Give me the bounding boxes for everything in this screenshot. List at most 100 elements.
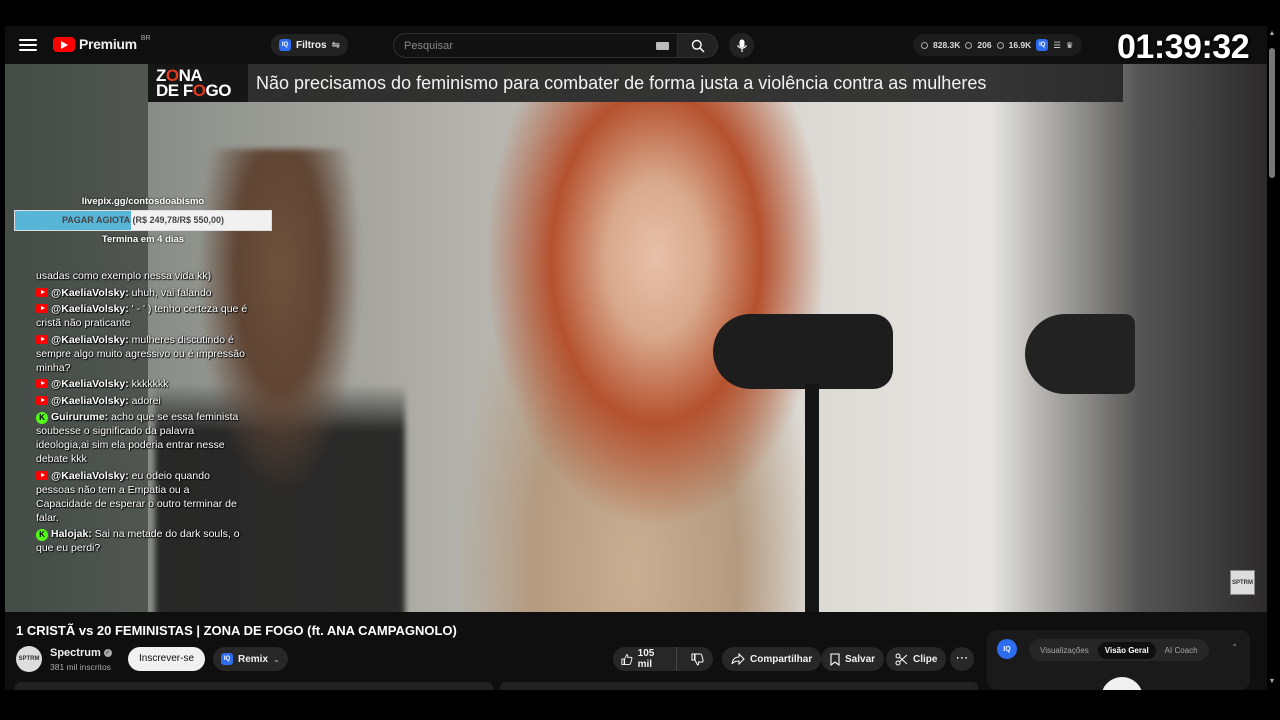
- kick-icon: K: [36, 529, 48, 541]
- trophy-icon[interactable]: ♛: [1066, 40, 1074, 51]
- bookmark-icon: [830, 652, 840, 666]
- chat-message: @KaeliaVolsky: ' - ' ) tenho certeza que…: [36, 302, 248, 330]
- voice-search-button[interactable]: [729, 33, 754, 58]
- like-dislike-group: 105 mil: [613, 647, 713, 671]
- scroll-down-icon[interactable]: ▼: [1268, 678, 1276, 685]
- donation-goal: livepix.gg/contosdoabismo PAGAR AGIOTA (…: [14, 194, 272, 248]
- dislike-button[interactable]: [682, 653, 713, 666]
- microphone: [713, 314, 893, 389]
- chat-author: @KaeliaVolsky:: [51, 469, 129, 482]
- chat-message: @KaeliaVolsky: uhuh, vai falando: [36, 286, 248, 300]
- iq-icon: IQ: [279, 39, 291, 51]
- panel-tab[interactable]: AI Coach: [1158, 642, 1205, 659]
- chat-message: K Halojak: Sai na metade do dark souls, o…: [36, 527, 248, 555]
- scissors-icon: [895, 653, 908, 665]
- search-button[interactable]: [678, 33, 718, 58]
- chat-author: @KaeliaVolsky:: [51, 333, 129, 346]
- like-button[interactable]: 105 mil: [613, 647, 677, 671]
- youtube-page: Premium BR IQ Filtros ⇋ Pesquisar 828.3K: [5, 26, 1267, 690]
- panel-tabs: Visualizações Visão Geral AI Coach: [1029, 639, 1209, 661]
- filters-label: Filtros: [296, 39, 327, 51]
- scrollbar-thumb[interactable]: [1269, 48, 1275, 178]
- chat-author: @KaeliaVolsky:: [51, 286, 129, 299]
- next-row-card: [500, 682, 978, 690]
- chat-text: adorei: [128, 394, 161, 407]
- youtube-icon: [36, 334, 48, 344]
- channel-stats-widget[interactable]: 828.3K 206 16.9K IQ ☰ ♛: [913, 34, 1082, 56]
- panel-avatar: [1101, 677, 1143, 690]
- iq-analytics-panel: IQ Visualizações Visão Geral AI Coach ⌃: [987, 630, 1250, 690]
- logo-text: Premium: [79, 36, 137, 52]
- youtube-logo-icon: [53, 36, 75, 52]
- panel-tab[interactable]: Visão Geral: [1097, 641, 1156, 659]
- stat-views: 828.3K: [933, 40, 961, 50]
- zona-de-fogo-logo: ZONA DE FOGO: [148, 64, 248, 102]
- viewers-icon: [965, 41, 973, 49]
- save-label: Salvar: [845, 653, 876, 665]
- subscriber-count: 381 mil inscritos: [50, 662, 111, 672]
- banner-text: Não precisamos do feminismo para combate…: [256, 72, 987, 93]
- chat-author: Halojak:: [51, 528, 92, 540]
- channel-name-link[interactable]: Spectrum ✓: [50, 647, 112, 659]
- video-title: 1 CRISTÃ vs 20 FEMINISTAS | ZONA DE FOGO…: [16, 623, 457, 638]
- save-button[interactable]: Salvar: [821, 647, 885, 671]
- youtube-icon: [36, 287, 48, 297]
- chat-message: @KaeliaVolsky: mulheres discutindo é sem…: [36, 333, 248, 375]
- keyboard-icon[interactable]: [656, 42, 669, 50]
- more-actions-icon[interactable]: ⋯: [950, 647, 974, 671]
- chat-author: @KaeliaVolsky:: [51, 394, 129, 407]
- channel-watermark[interactable]: SPTRM: [1230, 570, 1255, 595]
- chevron-up-icon[interactable]: ⌃: [1231, 643, 1238, 652]
- share-label: Compartilhar: [750, 653, 813, 665]
- masthead: Premium BR IQ Filtros ⇋ Pesquisar 828.3K: [5, 26, 1267, 66]
- scroll-up-icon[interactable]: ▲: [1268, 30, 1276, 37]
- chat-message: usadas como exemplo nessa vida kk): [36, 269, 248, 283]
- share-icon: [731, 653, 745, 665]
- chat-message: @KaeliaVolsky: eu odeio quando pessoas n…: [36, 469, 248, 525]
- youtube-icon: [36, 470, 48, 480]
- chat-text: usadas como exemplo nessa vida kk): [36, 270, 212, 282]
- menu-icon[interactable]: [19, 37, 37, 53]
- share-button[interactable]: Compartilhar: [722, 647, 822, 671]
- clip-button[interactable]: Clipe: [886, 647, 947, 671]
- top-letterbox: [0, 0, 1280, 26]
- iq-icon[interactable]: IQ: [1036, 39, 1049, 51]
- thumbs-down-icon: [691, 653, 704, 666]
- thumbs-up-icon: [621, 653, 633, 665]
- remix-button[interactable]: IQ Remix ⌄: [213, 647, 288, 671]
- next-row-card: [15, 682, 493, 690]
- youtube-premium-logo[interactable]: Premium BR: [53, 34, 151, 52]
- filters-button[interactable]: IQ Filtros ⇋: [271, 34, 348, 56]
- donation-ends: Termina em 4 dias: [101, 234, 185, 245]
- youtube-icon: [36, 379, 48, 388]
- show-banner: ZONA DE FOGO Não precisamos do feminismo…: [148, 64, 1123, 102]
- donation-progress-bar: PAGAR AGIOTA (R$ 249,78/R$ 550,00): [14, 210, 272, 231]
- verified-icon: ✓: [103, 649, 112, 657]
- clip-label: Clipe: [913, 653, 938, 665]
- chat-text: kkkkkkk: [128, 378, 169, 390]
- chat-message: K Guirurume: acho que se essa feminista s…: [36, 410, 248, 466]
- stat-viewers: 206: [977, 40, 992, 50]
- channel-avatar[interactable]: SPTRM: [16, 646, 42, 672]
- search-input[interactable]: Pesquisar: [393, 33, 678, 58]
- logo-region: BR: [140, 34, 151, 42]
- panel-tab[interactable]: Visualizações: [1033, 642, 1096, 659]
- microphone-icon: [736, 39, 747, 52]
- donation-label: PAGAR AGIOTA (R$ 249,78/R$ 550,00): [61, 215, 225, 225]
- list-icon[interactable]: ☰: [1053, 40, 1061, 51]
- page-scrollbar[interactable]: ▲ ▼: [1268, 30, 1276, 690]
- chat-overlay: usadas como exemplo nessa vida kk) @Kaeli…: [36, 269, 248, 558]
- search-placeholder: Pesquisar: [404, 39, 453, 52]
- search-icon: [691, 39, 705, 53]
- chat-author: @KaeliaVolsky:: [51, 303, 129, 315]
- video-player[interactable]: ZONA DE FOGO Não precisamos do feminismo…: [5, 64, 1267, 612]
- like-count: 105 mil: [637, 648, 655, 670]
- chat-message: @KaeliaVolsky: adorei: [36, 394, 248, 408]
- likes-icon: [996, 41, 1004, 49]
- chevron-down-icon: ⌄: [273, 654, 280, 664]
- iq-icon[interactable]: IQ: [997, 639, 1017, 659]
- banner-logo-bottom: DE FOGO: [156, 81, 231, 100]
- second-microphone: [1025, 314, 1135, 394]
- subscribe-button[interactable]: Inscrever-se: [128, 647, 206, 671]
- kick-icon: K: [36, 412, 48, 424]
